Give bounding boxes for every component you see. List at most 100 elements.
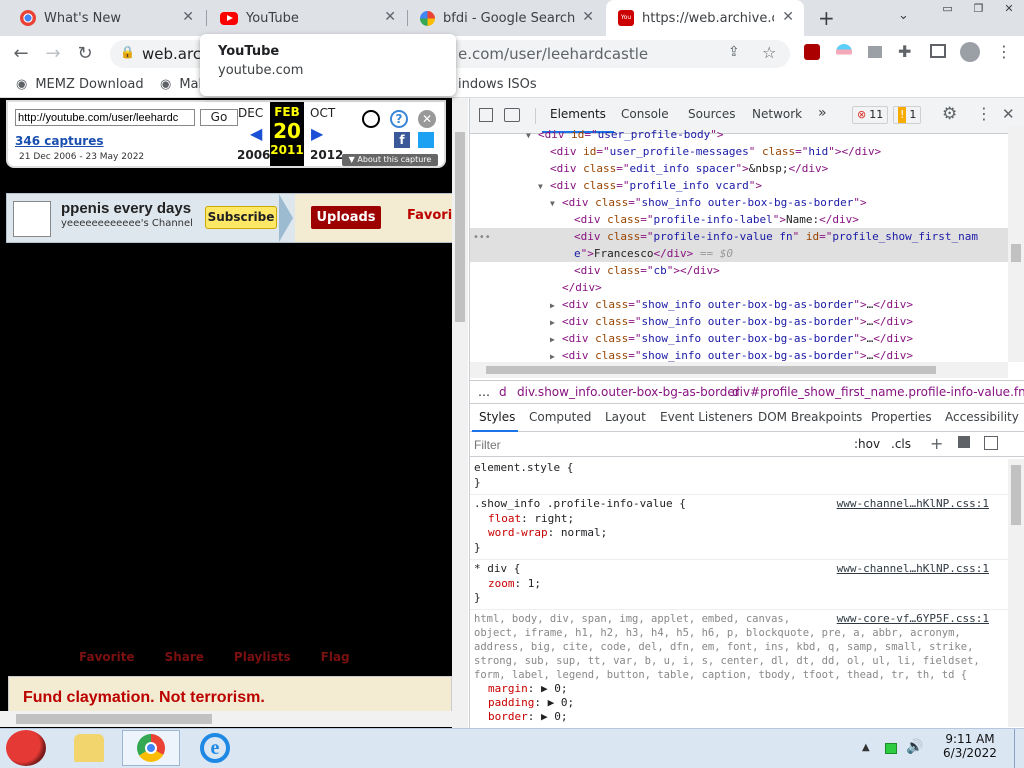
expand-triangle-icon[interactable]: ▶ xyxy=(550,314,562,330)
volume-icon[interactable]: 🔊 xyxy=(906,739,923,755)
share-link[interactable]: Share xyxy=(165,650,204,668)
settings-gear-icon[interactable]: ⚙ xyxy=(942,104,957,124)
close-tab-icon[interactable]: ✕ xyxy=(182,9,194,25)
expand-triangle-icon[interactable]: ▶ xyxy=(550,348,562,362)
element-style-selector[interactable]: element.style { xyxy=(474,461,1004,476)
subscribe-button[interactable]: Subscribe xyxy=(205,206,277,229)
collapse-triangle-icon[interactable]: ▼ xyxy=(526,127,538,143)
side-panel-icon[interactable] xyxy=(930,44,946,58)
collapse-triangle-icon[interactable]: ▼ xyxy=(538,178,550,194)
dom-node-line[interactable]: ▼ <div class="profile_info vcard"> xyxy=(470,177,1008,194)
close-toolbar-icon[interactable]: ✕ xyxy=(418,110,436,128)
next-year[interactable]: 2012 xyxy=(310,148,343,162)
tab-elements[interactable]: Elements xyxy=(550,107,606,121)
tab-styles[interactable]: Styles xyxy=(479,410,515,424)
dom-node-line[interactable]: ▶ <div class="show_info outer-box-bg-as-b… xyxy=(470,347,1008,362)
battery-icon[interactable] xyxy=(885,743,897,754)
rule-selector[interactable]: form, label, legend, button, table, capt… xyxy=(474,668,1004,682)
close-window-icon[interactable]: ✕ xyxy=(1004,2,1013,16)
rule-source-link[interactable]: www-core-vf…6YP5F.css:1 xyxy=(837,612,989,626)
dom-node-line[interactable]: </div> xyxy=(470,279,1008,296)
bookmark-windows-isos[interactable]: indows ISOs xyxy=(458,77,537,92)
share-icon[interactable]: ⇪ xyxy=(728,44,740,60)
tab-dom-breakpoints[interactable]: DOM Breakpoints xyxy=(758,410,862,424)
dom-node-line[interactable]: <div class="profile-info-value fn" id="p… xyxy=(470,228,1008,245)
tab-accessibility[interactable]: Accessibility xyxy=(945,410,1019,424)
tab-layout[interactable]: Layout xyxy=(605,410,646,424)
sidebar-toggle-icon[interactable] xyxy=(984,436,998,450)
help-icon[interactable]: ? xyxy=(390,110,408,128)
next-month[interactable]: OCT xyxy=(310,106,335,120)
extension-icon[interactable] xyxy=(868,46,882,58)
wayback-go-button[interactable]: Go xyxy=(200,109,238,126)
prev-month[interactable]: DEC xyxy=(238,106,263,120)
dom-node-line[interactable]: ▶ <div class="show_info outer-box-bg-as-b… xyxy=(470,313,1008,330)
show-desktop-button[interactable] xyxy=(1014,729,1024,768)
captures-link[interactable]: 346 captures xyxy=(15,134,104,148)
cls-toggle[interactable]: .cls xyxy=(891,437,911,451)
tab-whats-new[interactable]: What's New ✕ xyxy=(8,0,204,36)
devtools-menu-icon[interactable]: ⋮ xyxy=(976,104,992,123)
show-hidden-icons-icon[interactable]: ▲ xyxy=(862,742,870,753)
rule-selector[interactable]: address, big, cite, code, del, dfn, em, … xyxy=(474,640,1004,654)
wayback-url-input[interactable] xyxy=(15,109,195,126)
uploads-button[interactable]: Uploads xyxy=(311,206,381,229)
collapse-triangle-icon[interactable]: ▼ xyxy=(550,195,562,211)
start-button-angry-bird-icon[interactable] xyxy=(6,730,46,766)
tab-computed[interactable]: Computed xyxy=(529,410,591,424)
css-declaration[interactable]: padding: ▶ 0; xyxy=(474,696,1004,710)
taskbar-chrome-button[interactable] xyxy=(122,730,180,766)
bookmark-star-icon[interactable]: ☆ xyxy=(762,43,776,62)
dom-node-line[interactable]: ▶ <div class="show_info outer-box-bg-as-b… xyxy=(470,296,1008,313)
dom-node-line[interactable]: e">Francesco</div> == $0 xyxy=(470,245,1008,262)
css-declaration[interactable]: margin: ▶ 0; xyxy=(474,682,1004,696)
dom-horizontal-scrollbar[interactable] xyxy=(470,362,1008,378)
scrollbar-thumb[interactable] xyxy=(1011,465,1021,525)
flag-link[interactable]: Flag xyxy=(321,650,350,668)
rule-source-link[interactable]: www-channel…hKlNP.css:1 xyxy=(837,497,989,512)
rule-source-link[interactable]: www-channel…hKlNP.css:1 xyxy=(837,562,989,577)
twitter-icon[interactable] xyxy=(418,132,434,148)
expand-triangle-icon[interactable]: ▶ xyxy=(550,297,562,313)
css-declaration[interactable]: float: right; xyxy=(474,512,1004,527)
css-declaration[interactable]: zoom: 1; xyxy=(474,577,1004,592)
page-horizontal-scrollbar[interactable] xyxy=(0,711,452,727)
breadcrumb-more[interactable]: … xyxy=(478,385,490,399)
node-actions-icon[interactable]: ••• xyxy=(473,232,491,243)
scrollbar-thumb[interactable] xyxy=(455,132,465,322)
tab-google-search[interactable]: bfdi - Google Search ✕ xyxy=(408,0,604,36)
scrollbar-thumb[interactable] xyxy=(486,366,936,374)
system-clock[interactable]: 9:11 AM 6/3/2022 xyxy=(932,732,1008,760)
prev-year[interactable]: 2006 xyxy=(237,148,270,162)
about-capture-button[interactable]: ▼ About this capture xyxy=(342,154,438,166)
close-devtools-icon[interactable]: ✕ xyxy=(1002,105,1015,123)
tab-console[interactable]: Console xyxy=(621,107,669,121)
bookmark-mal[interactable]: ◉ Mal xyxy=(160,77,202,92)
facebook-icon[interactable]: f xyxy=(394,132,410,148)
breadcrumb-item[interactable]: div.show_info.outer-box-bg-as-border xyxy=(517,385,740,399)
error-count-badge[interactable]: ⊗ 11 xyxy=(852,106,889,124)
tab-web-archive[interactable]: You https://web.archive.org ✕ xyxy=(606,0,804,36)
profile-avatar[interactable] xyxy=(960,42,980,62)
ublock-extension-icon[interactable] xyxy=(804,44,820,60)
rule-selector[interactable]: strong, sub, sup, tt, var, b, u, i, s, c… xyxy=(474,654,1004,668)
dom-node-line[interactable]: ▼ <div class="show_info outer-box-bg-as-b… xyxy=(470,194,1008,211)
dom-node-line[interactable]: ▶ <div class="show_info outer-box-bg-as-b… xyxy=(470,330,1008,347)
new-tab-button[interactable]: + xyxy=(818,6,835,30)
next-capture-icon[interactable]: ▶ xyxy=(311,124,323,143)
extensions-puzzle-icon[interactable]: ✚ xyxy=(898,42,911,61)
flag-extension-icon[interactable] xyxy=(836,44,852,60)
warning-count-badge[interactable]: ! 1 xyxy=(893,106,922,124)
breadcrumb-item[interactable]: d xyxy=(499,385,507,399)
close-tab-icon[interactable]: ✕ xyxy=(582,9,594,25)
new-style-rule-icon[interactable]: + xyxy=(930,434,943,453)
scrollbar-thumb[interactable] xyxy=(16,714,212,724)
css-declaration[interactable]: word-wrap: normal; xyxy=(474,526,1004,541)
breadcrumb-item-selected[interactable]: div#profile_show_first_name.profile-info… xyxy=(732,385,1024,399)
restore-icon[interactable]: ❐ xyxy=(974,2,984,16)
tab-event-listeners[interactable]: Event Listeners xyxy=(660,410,753,424)
rule-selector[interactable]: object, iframe, h1, h2, h3, h4, h5, h6, … xyxy=(474,626,1004,640)
page-vertical-scrollbar[interactable] xyxy=(452,98,468,728)
scrollbar-thumb[interactable] xyxy=(1011,244,1021,262)
playlists-link[interactable]: Playlists xyxy=(234,650,291,668)
